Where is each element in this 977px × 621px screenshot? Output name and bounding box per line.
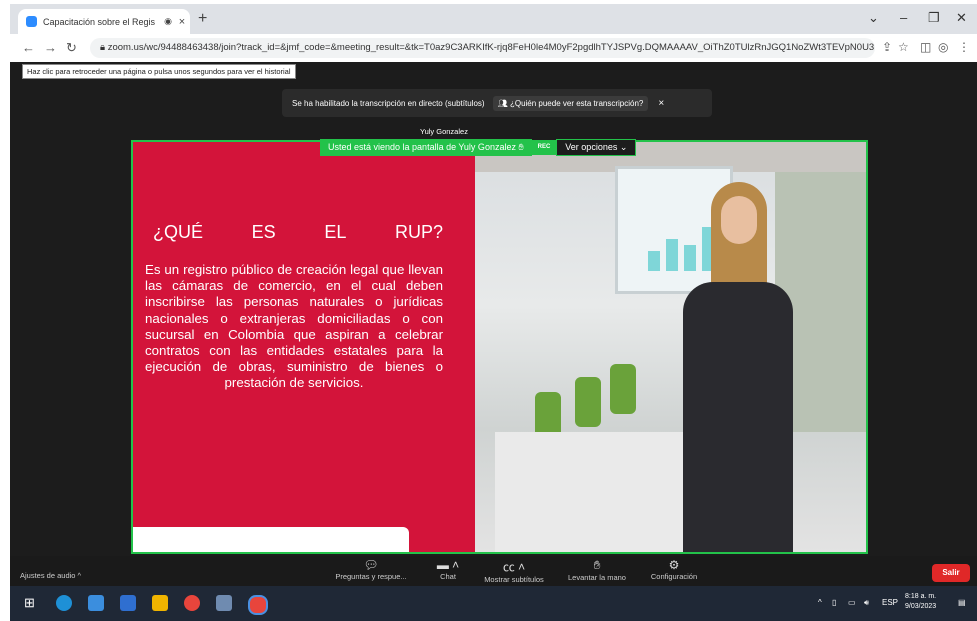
heading-word: EL xyxy=(324,222,347,242)
slide-heading: ¿QUÉ ES EL RUP? xyxy=(153,222,443,243)
leave-button[interactable]: Salir xyxy=(932,564,970,582)
app-icon[interactable] xyxy=(216,595,232,611)
slide-text-panel: ¿QUÉ ES EL RUP? Es un registro público d… xyxy=(133,142,475,552)
captions-label: Mostrar subtítulos xyxy=(484,575,544,584)
tab-search-icon[interactable]: ⌄ xyxy=(868,10,879,26)
notice-close-icon[interactable]: × xyxy=(658,98,664,109)
settings-button[interactable]: ⚙︎ Configuración xyxy=(642,558,706,581)
language-indicator[interactable]: ESP xyxy=(882,598,898,607)
zoom-favicon-icon xyxy=(26,16,37,27)
raise-hand-button[interactable]: ✋︎ Levantar la mano xyxy=(562,558,632,582)
browser-tab[interactable]: Capacitación sobre el Regis ◉ × xyxy=(18,9,190,34)
url-text: zoom.us/wc/94488463438/join?track_id=&jm… xyxy=(107,42,875,53)
windows-start-icon[interactable]: ⊞ xyxy=(24,595,40,611)
qa-label: Preguntas y respue... xyxy=(335,572,407,581)
clock-date: 9/03/2023 xyxy=(905,603,937,610)
chrome-active-icon[interactable] xyxy=(248,595,268,615)
back-tooltip: Haz clic para retroceder una página o pu… xyxy=(22,64,296,79)
reload-icon[interactable]: ↻ xyxy=(66,40,77,56)
cc-icon: ㏄ ˄ xyxy=(502,560,526,574)
people-icon: 👥︎ xyxy=(497,98,510,108)
file-explorer-icon[interactable] xyxy=(152,595,168,611)
taskbar-clock[interactable]: 8:18 a. m. 9/03/2023 xyxy=(905,592,936,612)
bookmark-star-icon[interactable]: ☆ xyxy=(898,40,909,54)
browser-tab-bar: Capacitación sobre el Regis ◉ × + ⌄ – ❐ … xyxy=(10,4,977,34)
display-icon[interactable]: ▭ xyxy=(848,598,856,607)
tab-title: Capacitación sobre el Regis xyxy=(43,16,156,27)
settings-label: Configuración xyxy=(650,572,698,581)
minimize-icon[interactable]: – xyxy=(900,10,907,25)
network-icon[interactable]: ▯ xyxy=(832,598,836,607)
chat-label: Chat xyxy=(440,572,456,581)
presenter xyxy=(673,182,803,552)
speaker-name: Yuly Gonzalez xyxy=(420,127,468,136)
close-window-icon[interactable]: ✕ xyxy=(956,10,967,26)
viewing-text: Usted está viendo la pantalla de Yuly Go… xyxy=(328,142,516,152)
audio-settings-button[interactable]: Ajustes de audio ^ xyxy=(20,571,81,580)
menu-kebab-icon[interactable]: ⋮ xyxy=(958,40,970,54)
lock-icon: 🔒︎ xyxy=(100,42,108,53)
shared-screen: ¿QUÉ ES EL RUP? Es un registro público d… xyxy=(131,140,868,554)
store-icon[interactable] xyxy=(88,595,104,611)
clock-time: 8:18 a. m. xyxy=(905,593,937,600)
view-options-button[interactable]: Ver opciones ⌄ xyxy=(556,139,637,156)
raise-hand-icon: ✋︎ xyxy=(593,558,601,572)
qa-icon: 💬︎ xyxy=(363,558,379,572)
who-can-see-label: ¿Quién puede ver esta transcripción? xyxy=(509,98,644,108)
screen-share-bar: Usted está viendo la pantalla de Yuly Go… xyxy=(320,139,637,156)
back-arrow-icon[interactable]: ← xyxy=(22,40,35,55)
chat-icon: ▬ ˄ xyxy=(436,558,460,572)
viewing-screen-label: Usted está viendo la pantalla de Yuly Go… xyxy=(320,139,532,156)
heading-word: ¿QUÉ xyxy=(153,222,204,242)
monitor-bar xyxy=(648,251,660,271)
edge-icon[interactable] xyxy=(56,595,72,611)
forward-arrow-icon[interactable]: → xyxy=(44,40,57,55)
presenter-photo xyxy=(475,142,866,552)
transcription-notice: Se ha habilitado la transcripción en dir… xyxy=(282,89,712,117)
chat-button[interactable]: ▬ ˄ Chat xyxy=(428,558,468,581)
slide-body-text: Es un registro público de creación legal… xyxy=(145,262,443,391)
presenter-torso xyxy=(683,282,793,552)
heading-word: ES xyxy=(251,222,276,242)
volume-icon[interactable]: 🔊︎ xyxy=(864,598,869,608)
green-chair xyxy=(575,377,601,427)
restore-icon[interactable]: ❐ xyxy=(928,10,940,26)
chrome-icon[interactable] xyxy=(184,595,200,611)
audio-playing-icon: ◉ xyxy=(164,16,172,26)
slide-white-box xyxy=(133,527,409,552)
notice-text: Se ha habilitado la transcripción en dir… xyxy=(292,98,485,108)
new-tab-button[interactable]: + xyxy=(198,10,207,28)
qa-button[interactable]: 💬︎ Preguntas y respue... xyxy=(326,558,416,581)
who-can-see-button[interactable]: 👥︎ ¿Quién puede ver esta transcripción? xyxy=(492,95,649,111)
gear-icon: ⚙︎ xyxy=(668,558,680,572)
green-chair xyxy=(610,364,636,414)
tray-chevron-icon[interactable]: ^ xyxy=(818,598,822,607)
address-bar[interactable]: 🔒︎ zoom.us/wc/94488463438/join?track_id=… xyxy=(90,38,875,58)
meeting-controls: Ajustes de audio ^ 💬︎ Preguntas y respue… xyxy=(10,556,977,586)
share-icon[interactable]: ⇪ xyxy=(882,40,892,54)
presenter-face xyxy=(721,196,757,244)
heading-word: RUP? xyxy=(394,222,443,242)
notifications-icon[interactable]: ▤ xyxy=(958,598,966,607)
person-icon: ✋︎ xyxy=(518,142,524,152)
tab-close-icon[interactable]: × xyxy=(174,16,190,28)
screen-frame: Capacitación sobre el Regis ◉ × + ⌄ – ❐ … xyxy=(10,4,977,621)
captions-button[interactable]: ㏄ ˄ Mostrar subtítulos xyxy=(476,558,552,584)
browser-toolbar: ← → ↻ 🔒︎ zoom.us/wc/94488463438/join?tra… xyxy=(10,34,977,63)
extension-icon[interactable]: ◎ xyxy=(938,40,948,54)
sidebar-icon[interactable]: ◫ xyxy=(920,40,931,54)
windows-taskbar: ⊞ ^ ▯ ▭ 🔊︎ ESP 8:18 a. m. 9/03/2023 ▤ xyxy=(10,586,977,621)
raise-hand-label: Levantar la mano xyxy=(568,573,626,582)
mail-icon[interactable] xyxy=(120,595,136,611)
rec-badge: REC xyxy=(531,140,557,155)
